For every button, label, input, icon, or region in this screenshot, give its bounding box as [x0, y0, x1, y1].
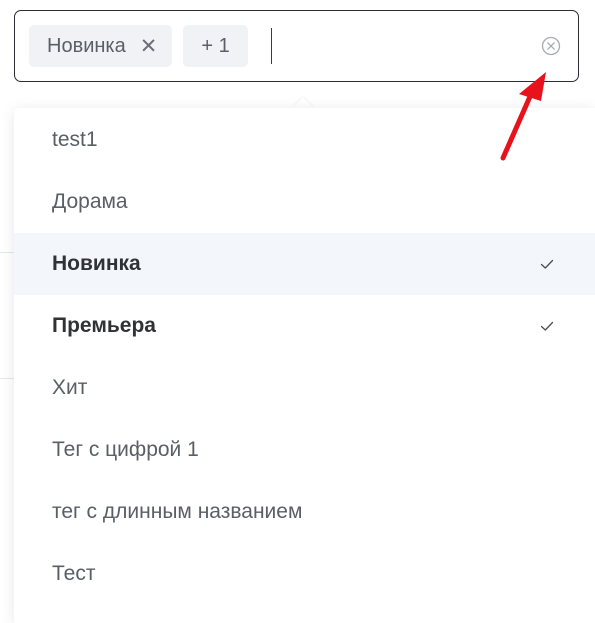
page: Новинка ✕ + 1 test1 Дорама Новинка Премь…: [0, 0, 595, 623]
clear-all-icon[interactable]: [540, 35, 562, 57]
more-tags-badge: + 1: [183, 25, 248, 67]
dropdown-option[interactable]: Тест: [14, 543, 595, 605]
dropdown-option[interactable]: тег с длинным названием: [14, 481, 595, 543]
tag-multiselect[interactable]: Новинка ✕ + 1: [14, 10, 579, 82]
background-divider: [0, 252, 14, 253]
dropdown-option-selected[interactable]: Новинка: [14, 233, 595, 295]
selected-tag-label: Новинка: [47, 34, 126, 57]
check-icon: [540, 321, 554, 331]
option-label: Хит: [52, 376, 88, 399]
background-divider: [0, 378, 14, 379]
dropdown-option[interactable]: test1: [14, 109, 595, 171]
tag-remove-icon[interactable]: ✕: [140, 36, 158, 57]
option-label: тег с длинным названием: [52, 500, 303, 523]
option-label: test1: [52, 128, 98, 151]
option-label: Новинка: [52, 252, 141, 275]
dropdown-pointer: [292, 97, 314, 108]
option-label: Тег с цифрой 1: [52, 438, 199, 461]
dropdown-option[interactable]: Дорама: [14, 171, 595, 233]
option-label: Дорама: [52, 190, 128, 213]
text-caret: [270, 28, 273, 64]
option-label: Тест: [52, 562, 96, 585]
more-tags-label: + 1: [201, 34, 230, 57]
check-icon: [540, 259, 554, 269]
options-dropdown: test1 Дорама Новинка Премьера Хит Тег с …: [14, 108, 595, 623]
selected-tag: Новинка ✕: [29, 25, 173, 67]
dropdown-option[interactable]: Хит: [14, 357, 595, 419]
option-label: Премьера: [52, 314, 156, 337]
dropdown-option[interactable]: Тег с цифрой 1: [14, 419, 595, 481]
dropdown-option-selected[interactable]: Премьера: [14, 295, 595, 357]
